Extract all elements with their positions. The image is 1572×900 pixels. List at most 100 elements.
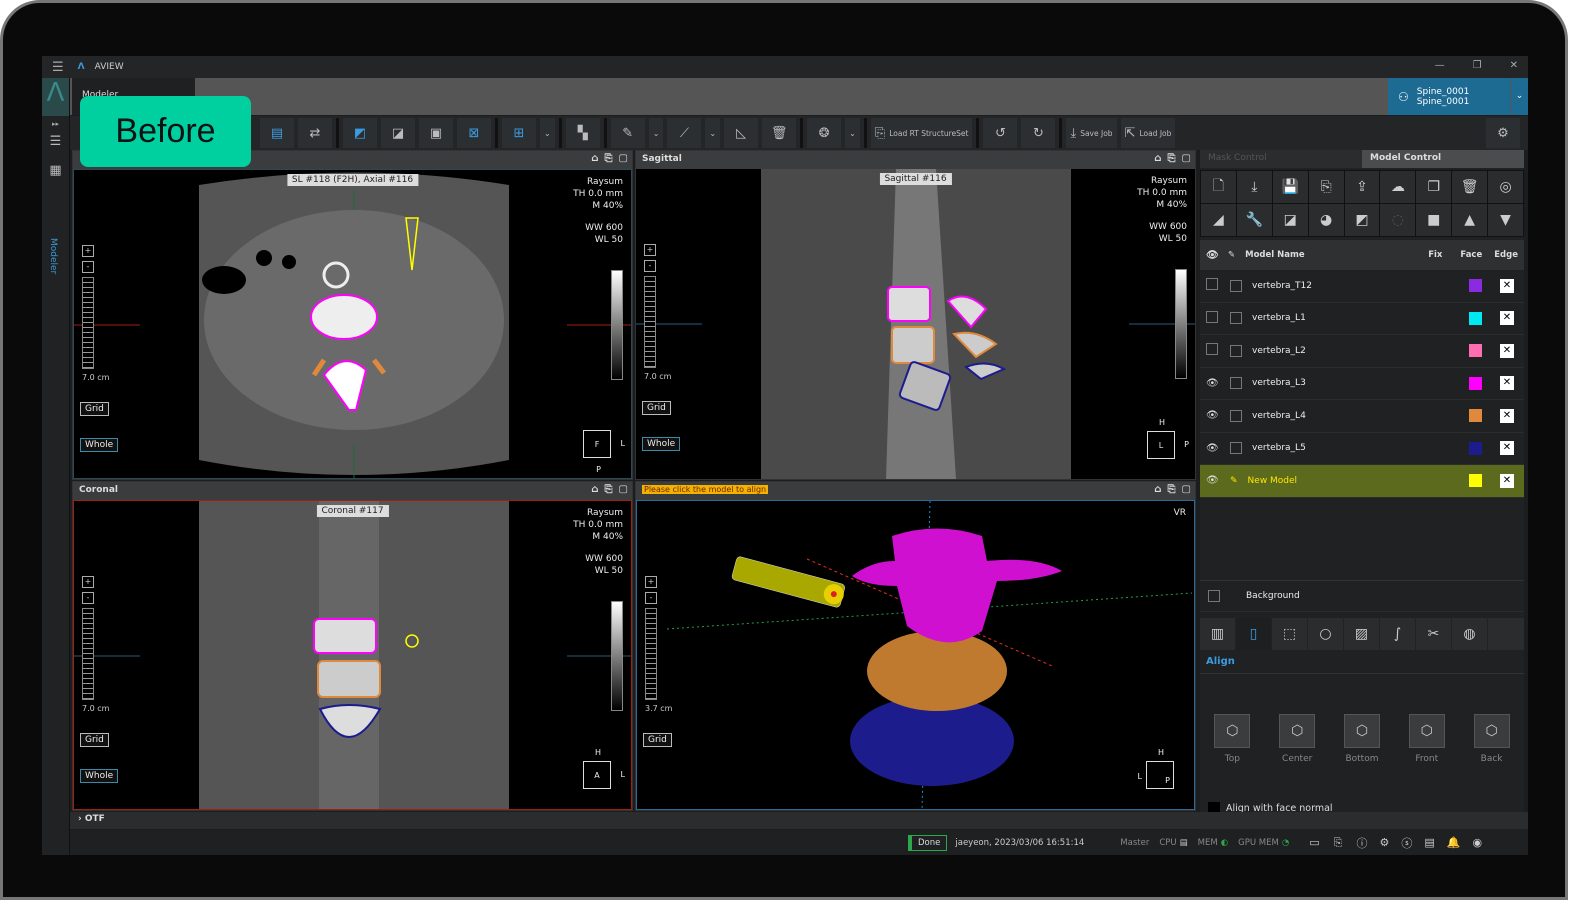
user-icon[interactable]: ◉ [1472, 836, 1482, 849]
pencil-icon[interactable]: ✎ [1230, 476, 1238, 486]
view-settings-button[interactable]: ▤ [260, 118, 294, 148]
layout-dropdown[interactable]: ⌄ [540, 118, 555, 148]
new-file-icon[interactable]: 🗋 [1201, 171, 1236, 203]
background-checkbox[interactable] [1208, 589, 1220, 602]
measure-dropdown[interactable]: ⌄ [705, 118, 721, 148]
mask-view-button[interactable]: ◩ [343, 118, 377, 148]
zoom-out-button[interactable]: - [645, 592, 657, 604]
cloud-download-icon[interactable]: ☁ [1380, 171, 1416, 203]
tab-model-control[interactable]: Model Control [1362, 150, 1524, 168]
chart-icon[interactable]: ◍ [1452, 618, 1488, 650]
viewport-sagittal[interactable]: Sagittal ⌂ ⎘ ▢ Sagittal #116 Raysum TH 0.0 m… [635, 150, 1196, 480]
align-tool-icon[interactable]: ▯ [1236, 618, 1272, 650]
shapes-icon[interactable]: ◕ [1308, 204, 1344, 236]
zoom-ruler[interactable]: + -3.7 cm [645, 576, 672, 716]
model-row[interactable]: vertebra_L2 ✕ [1200, 335, 1524, 368]
boolean-icon[interactable]: ◎ [1488, 171, 1523, 203]
save-as-icon[interactable]: ⎘ [1308, 171, 1344, 203]
move-down-icon[interactable]: ▼ [1488, 204, 1523, 236]
face-color-swatch[interactable] [1469, 344, 1482, 358]
patient-selector[interactable]: ⚇ Spine_0001 Spine_0001 [1388, 78, 1510, 115]
edge-toggle[interactable]: ✕ [1500, 441, 1514, 456]
grid-button[interactable]: Grid [643, 733, 672, 747]
model-row[interactable]: 👁 vertebra_L4 ✕ [1200, 400, 1524, 433]
copy-icon[interactable]: ⎘ [1168, 484, 1176, 495]
list-icon[interactable]: ☰ [42, 134, 69, 149]
edit-checkbox[interactable] [1230, 344, 1242, 357]
smooth-icon[interactable]: ◢ [1201, 204, 1236, 236]
frame-button[interactable]: ▣ [419, 118, 453, 148]
whole-button[interactable]: Whole [80, 438, 119, 452]
bounding-box-icon[interactable]: ⬚ [1272, 618, 1308, 650]
copy-icon[interactable]: ⎘ [1168, 153, 1176, 164]
screen-icon[interactable]: ▭ [1309, 836, 1319, 849]
save-job-button[interactable]: ⤓ Save Job [1066, 118, 1117, 148]
move-up-icon[interactable]: ▲ [1452, 204, 1488, 236]
edit-checkbox[interactable] [1230, 442, 1242, 455]
maximize-icon[interactable]: ▢ [619, 153, 628, 164]
whole-button[interactable]: Whole [642, 437, 681, 451]
sync-button[interactable]: ⇄ [298, 118, 332, 148]
orientation-cube[interactable]: A [583, 761, 611, 789]
home-icon[interactable]: ⌂ [591, 484, 598, 495]
expand-icon[interactable]: ▸▸ [42, 120, 69, 128]
ruler-dropdown[interactable]: ⌄ [648, 118, 664, 148]
brain-button[interactable]: ❂ [807, 118, 842, 148]
pick-icon[interactable]: ◌ [1380, 204, 1416, 236]
zoom-in-button[interactable]: + [82, 245, 94, 257]
edge-toggle[interactable]: ✕ [1500, 376, 1514, 391]
angle-button[interactable]: ◺ [724, 118, 759, 148]
zoom-ruler[interactable]: + -7.0 cm [644, 244, 671, 384]
trash-icon[interactable]: 🗑 [1452, 171, 1488, 203]
close-button[interactable]: ✕ [1510, 60, 1518, 71]
zoom-ruler[interactable]: + -7.0 cm [82, 245, 109, 385]
visibility-toggle[interactable] [1206, 343, 1222, 358]
whole-button[interactable]: Whole [80, 769, 119, 783]
ruler-button[interactable]: ✎ [610, 118, 645, 148]
menu-icon[interactable]: ☰ [52, 60, 64, 75]
edit-checkbox[interactable] [1230, 312, 1242, 325]
stairs-icon[interactable]: ◩ [1344, 204, 1380, 236]
viewport-coronal[interactable]: Coronal ⌂ ⎘ ▢ Coronal #117 Raysum TH 0.0 mm M… [72, 481, 633, 811]
grid-button[interactable]: Grid [80, 733, 109, 747]
cut-icon[interactable]: ✂ [1416, 618, 1452, 650]
grid-button[interactable]: Grid [642, 401, 671, 415]
align-bottom-button[interactable]: ⬡ Bottom [1343, 714, 1380, 764]
zoom-out-button[interactable]: - [644, 260, 656, 272]
zoom-out-button[interactable]: - [82, 261, 94, 273]
align-top-button[interactable]: ⬡ Top [1214, 714, 1251, 764]
eye-icon[interactable]: 👁 [1206, 443, 1222, 454]
bell-icon[interactable]: 🔔 [1447, 836, 1461, 849]
info-icon[interactable]: ⓘ [1356, 835, 1367, 851]
edge-toggle[interactable]: ✕ [1500, 343, 1514, 358]
gear-icon[interactable]: ⚙ [1379, 836, 1389, 849]
face-color-swatch[interactable] [1469, 376, 1482, 390]
zoom-in-button[interactable]: + [645, 576, 657, 588]
histogram-button[interactable]: ▚ [565, 118, 600, 148]
clipboard-icon[interactable]: ⎘ [1334, 836, 1343, 850]
face-color-swatch[interactable] [1469, 474, 1482, 488]
home-icon[interactable]: ⌂ [591, 153, 598, 164]
fill-icon[interactable]: ◪ [1272, 204, 1308, 236]
patient-dropdown-button[interactable]: ⌄ [1511, 78, 1528, 115]
import-icon[interactable]: ⤓ [1236, 171, 1272, 203]
load-job-button[interactable]: ⇱ Load Job [1120, 118, 1176, 148]
redo-button[interactable]: ↻ [1021, 118, 1056, 148]
viewport-vr[interactable]: Please click the model to align ⌂ ⎘ ▢ VR + -… [635, 481, 1196, 811]
align-front-button[interactable]: ⬡ Front [1408, 714, 1445, 764]
edge-toggle[interactable]: ✕ [1500, 408, 1514, 423]
brain-dropdown[interactable]: ⌄ [845, 118, 860, 148]
edge-toggle[interactable]: ✕ [1500, 311, 1514, 326]
restore-button[interactable]: ❐ [1473, 60, 1482, 71]
align-back-button[interactable]: ⬡ Back [1473, 714, 1510, 764]
zoom-out-button[interactable]: - [82, 592, 94, 604]
grid-icon[interactable]: ▦ [42, 163, 69, 178]
model-row[interactable]: 👁 vertebra_L5 ✕ [1200, 433, 1524, 465]
load-rt-button[interactable]: ⎘ Load RT StructureSet [870, 118, 973, 148]
minimize-button[interactable]: — [1435, 60, 1445, 71]
align-center-button[interactable]: ⬡ Center [1279, 714, 1316, 764]
visibility-toggle[interactable] [1206, 278, 1222, 293]
orientation-cube[interactable]: P [1146, 761, 1174, 789]
eye-icon[interactable]: 👁 [1206, 378, 1222, 389]
model-row[interactable]: 👁 vertebra_L3 ✕ [1200, 368, 1524, 400]
